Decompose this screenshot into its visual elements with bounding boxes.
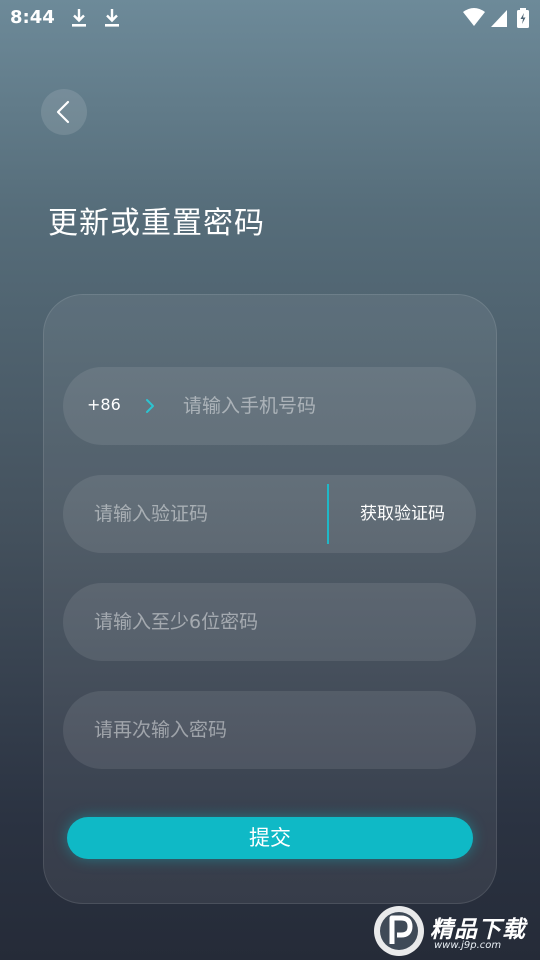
submit-button[interactable]: 提交 [67,817,473,859]
phone-input[interactable] [183,367,453,445]
get-code-button[interactable]: 获取验证码 [329,475,476,553]
wifi-icon [463,8,485,26]
page-title: 更新或重置密码 [48,206,265,241]
verification-code-input[interactable] [94,475,319,553]
status-time: 8:44 [10,7,55,28]
password-field [63,583,476,661]
watermark: 精品下载 www.j9p.com [372,902,540,960]
verification-code-field: 获取验证码 [63,475,476,553]
watermark-url: www.j9p.com [434,940,502,951]
confirm-password-input[interactable] [94,691,454,769]
chevron-right-icon[interactable] [144,397,156,415]
download-icon [105,9,119,27]
battery-charging-icon [517,8,529,28]
cellular-signal-icon [491,10,507,27]
back-button[interactable] [41,89,87,135]
confirm-password-field [63,691,476,769]
phone-field: +86 [63,367,476,445]
watermark-logo-icon [374,906,424,956]
watermark-text: 精品下载 [430,917,526,943]
password-input[interactable] [94,583,454,661]
chevron-left-icon [56,100,70,124]
status-bar: 8:44 [0,0,540,36]
country-code-selector[interactable]: +86 [87,395,121,414]
download-icon [72,9,86,27]
